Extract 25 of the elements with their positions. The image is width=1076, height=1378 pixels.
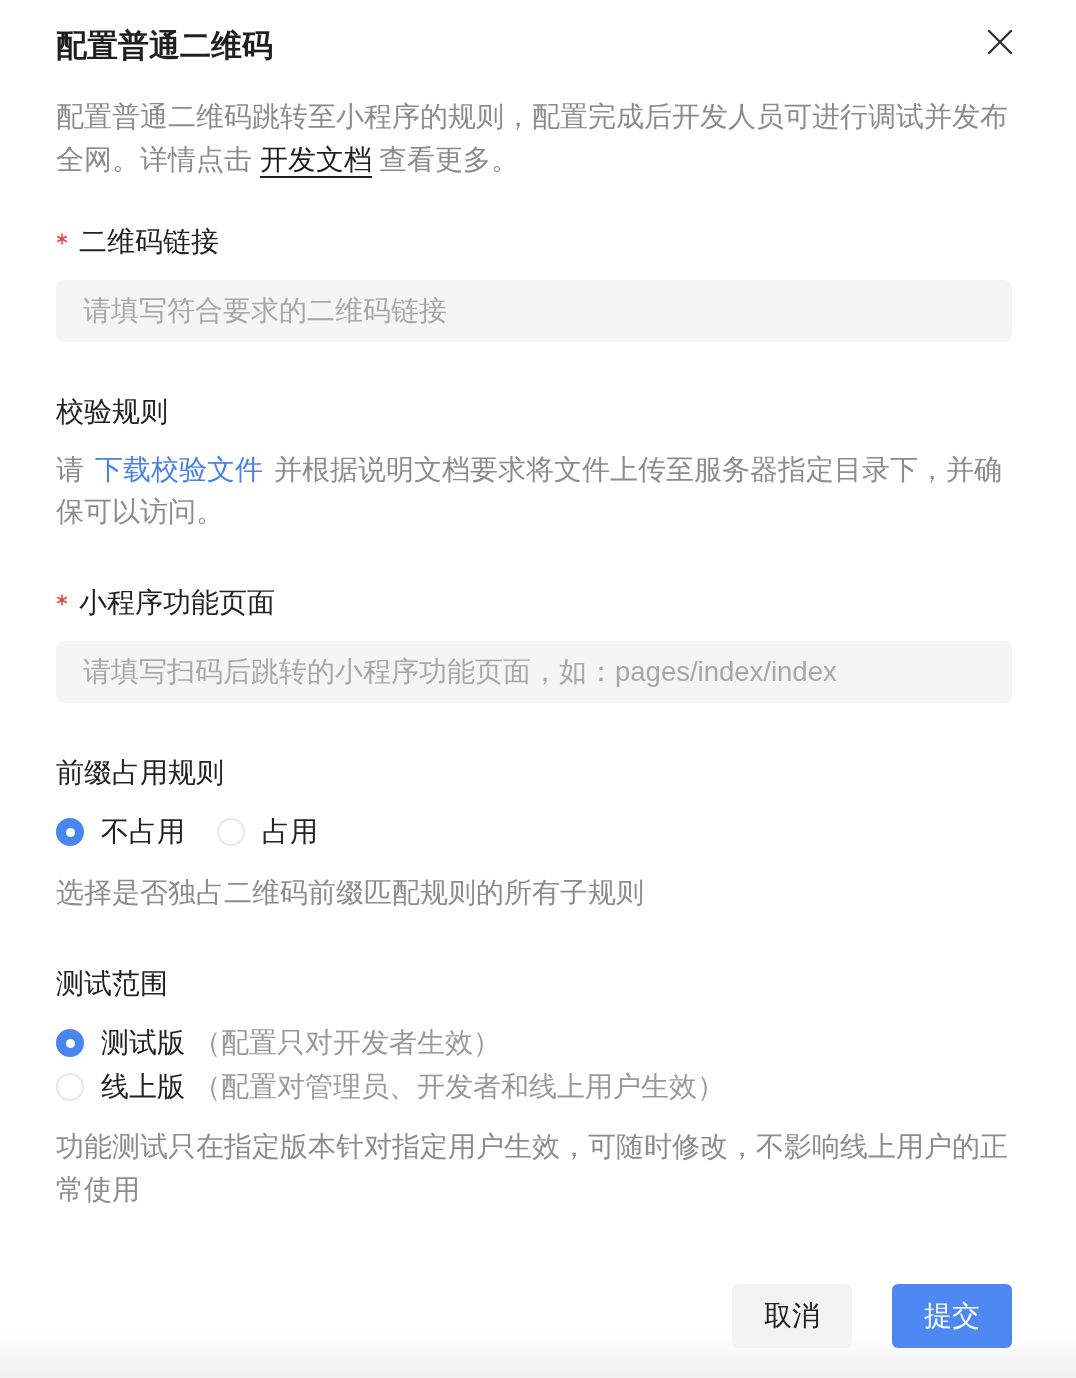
field-label: 校验规则 [56,395,168,429]
instruction-text: 请 下载校验文件 并根据说明文档要求将文件上传至服务器指定目录下，并确保可以访问。 [56,453,1003,529]
close-icon [988,30,1012,54]
option-label: 不占用 [101,815,185,849]
radio-button[interactable] [56,1029,84,1057]
option-label: 线上版 [101,1070,185,1104]
radio-button[interactable] [56,818,84,846]
option-note: （配置对管理员、开发者和线上用户生效） [193,1070,725,1104]
cancel-button[interactable]: 取消 [732,1284,852,1348]
close-button[interactable] [988,30,1012,54]
input-field[interactable]: 请填写扫码后跳转的小程序功能页面，如：pages/index/index [56,641,1012,703]
download-link[interactable]: 下载校验文件 [84,454,274,485]
field-label: 小程序功能页面 [79,586,275,620]
dialog-title: 配置普通二维码 [56,27,273,65]
field-label: 测试范围 [56,967,168,1001]
option-label: 测试版 [101,1026,185,1060]
help-text: 选择是否独占二维码前缀匹配规则的所有子规则 [56,876,645,910]
description-text: 配置普通二维码跳转至小程序的规则，配置完成后开发人员可进行调试并发布全网。详情点击 开发文档 查看更多。 [56,95,1012,181]
option-label: 占用 [262,815,318,849]
field-label: 前缀占用规则 [56,756,224,790]
field-label: 二维码链接 [79,225,219,259]
docs-link[interactable]: 开发文档 [259,144,372,178]
option-note: （配置只对开发者生效） [193,1026,501,1060]
input-field[interactable]: 请填写符合要求的二维码链接 [56,280,1012,342]
help-text: 功能测试只在指定版本针对指定用户生效，可随时修改，不影响线上用户的正常使用 [56,1130,1009,1207]
